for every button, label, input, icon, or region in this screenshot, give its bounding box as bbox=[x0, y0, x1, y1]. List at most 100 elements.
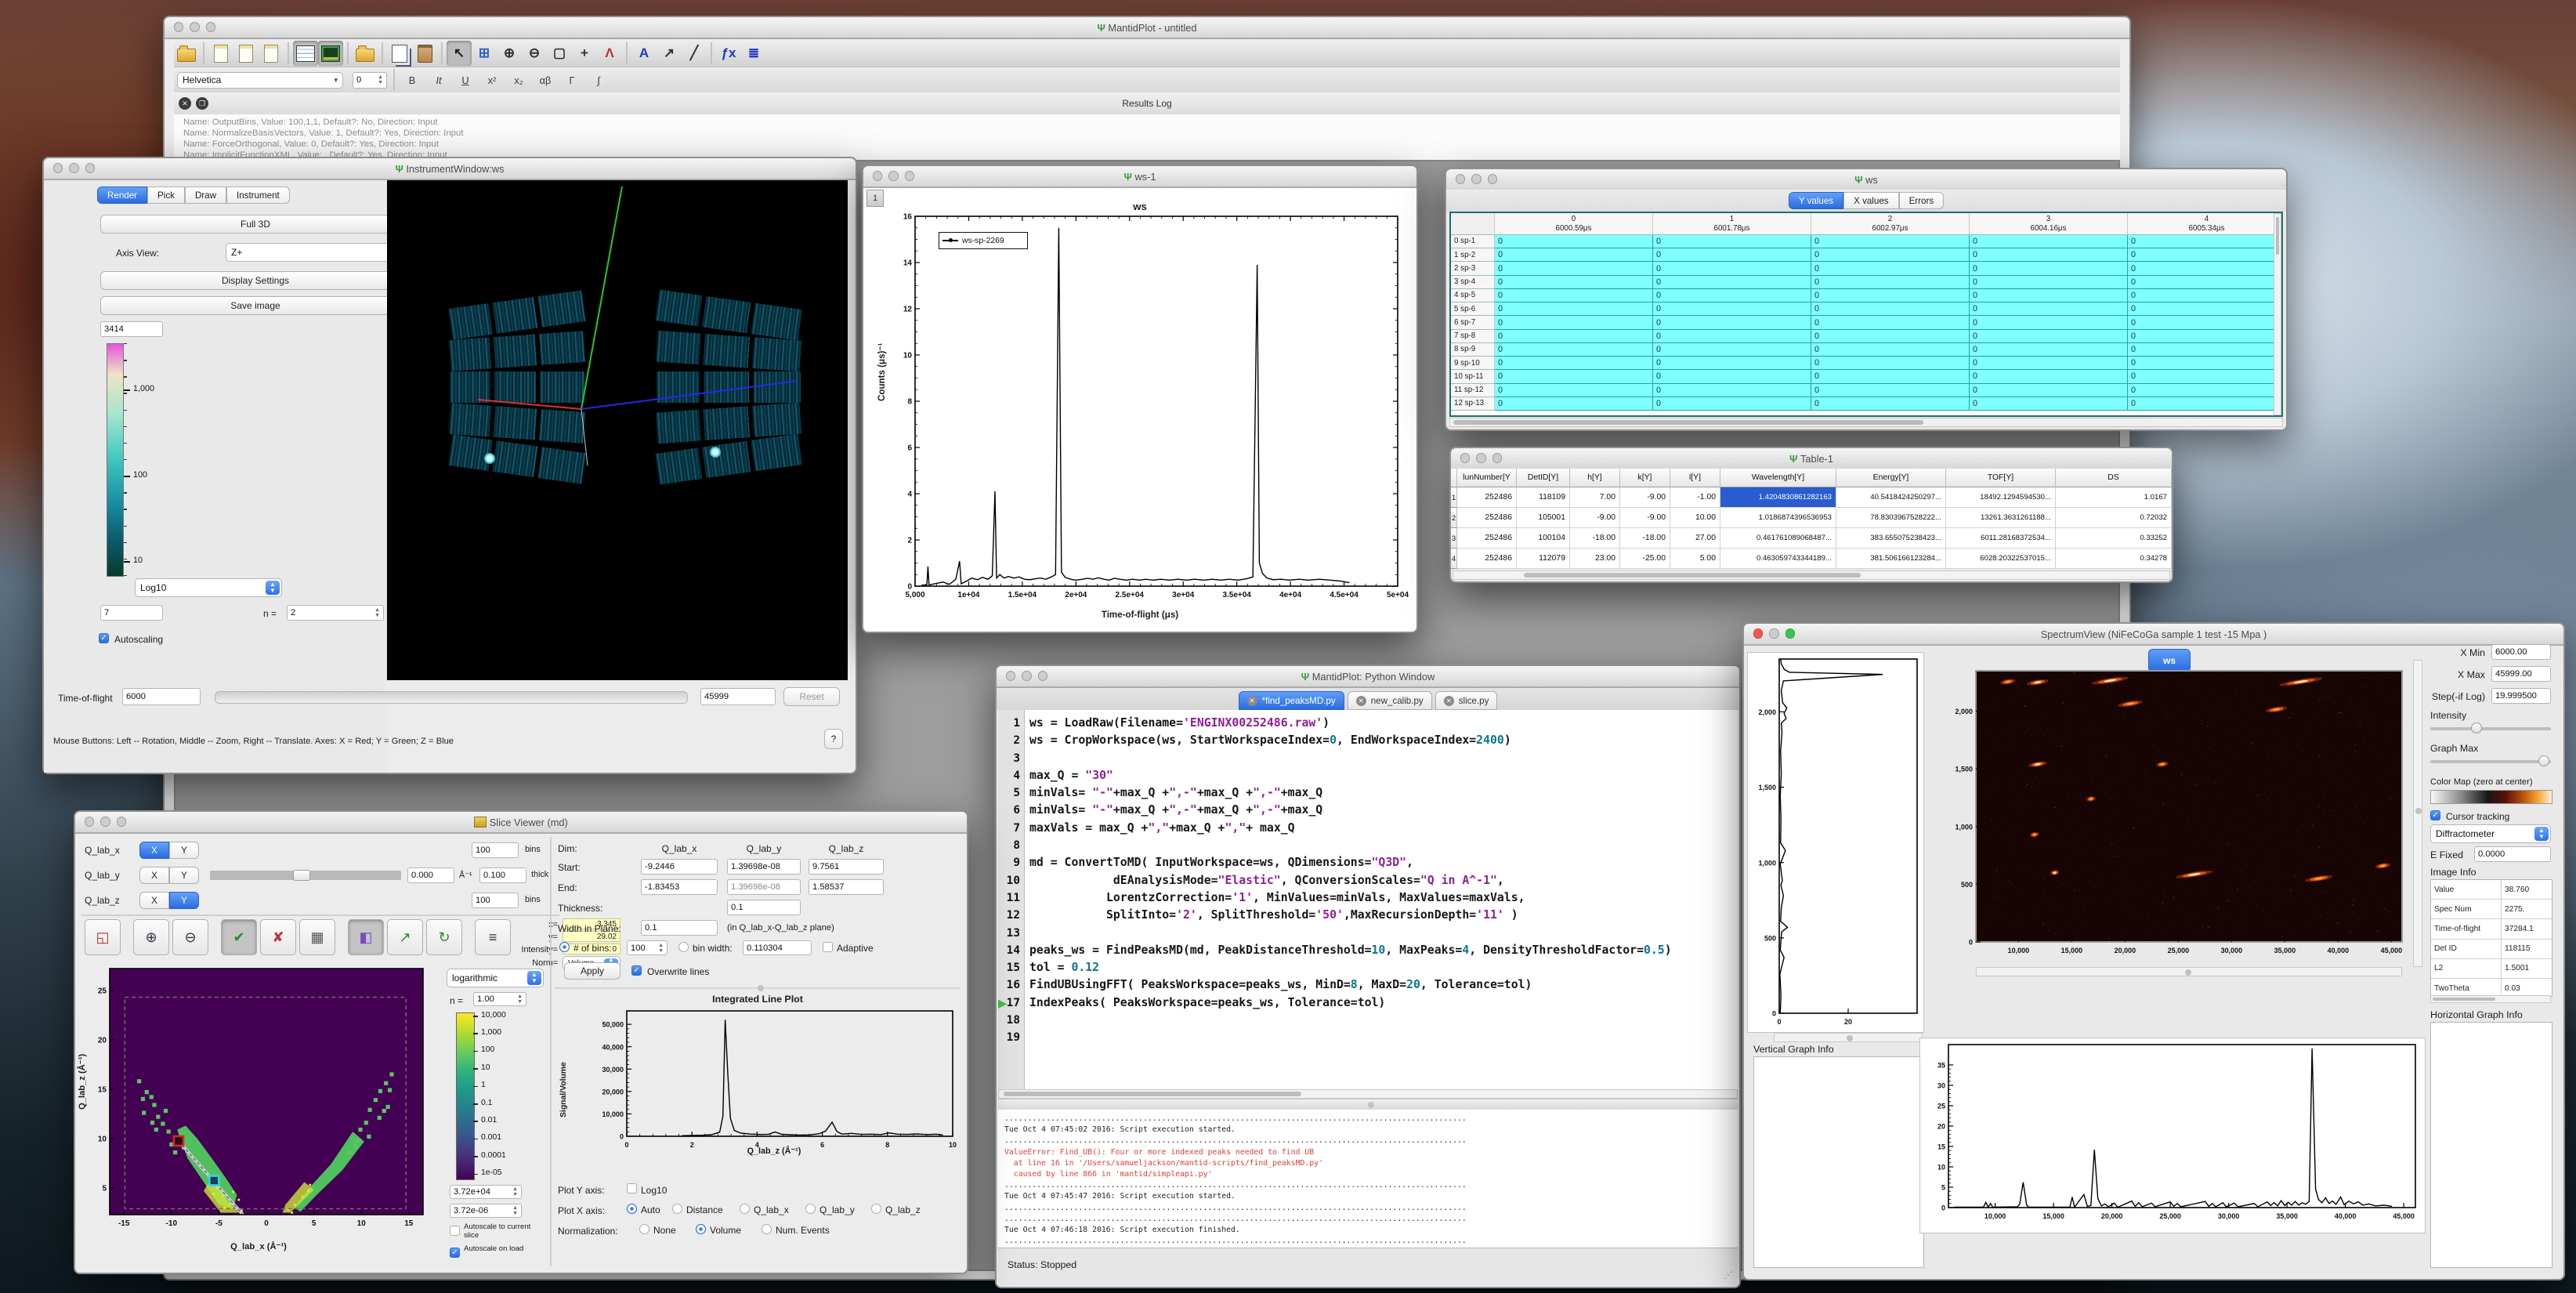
table1-col-header[interactable]: Wavelength[Y] bbox=[1720, 469, 1836, 487]
table1-col-header[interactable]: DetID[Y] bbox=[1517, 469, 1570, 487]
ws-table-col-header[interactable]: 46005.34μs bbox=[2128, 213, 2274, 235]
ws-table-cell[interactable]: 0 bbox=[1970, 316, 2128, 329]
table1-cell[interactable]: 118109 bbox=[1517, 487, 1570, 508]
efixed-field[interactable]: 0.0000 bbox=[2474, 846, 2551, 862]
ws-table-traffic-lights[interactable] bbox=[1456, 174, 1497, 183]
intensity-slider[interactable] bbox=[2430, 727, 2551, 730]
table1-cell[interactable]: 0.461761089068487... bbox=[1720, 528, 1836, 549]
graph-max-slider[interactable] bbox=[2430, 760, 2551, 763]
ws-table-cell[interactable]: 0 bbox=[1653, 343, 1811, 357]
adaptive-checkbox[interactable] bbox=[823, 942, 833, 952]
close-tab-icon[interactable]: ✕ bbox=[1356, 696, 1366, 706]
table1-cell[interactable]: 0.33252 bbox=[2056, 528, 2172, 549]
table1-cell[interactable]: 0.72032 bbox=[2056, 508, 2172, 528]
ws-table-row-header[interactable]: 7 sp-8 bbox=[1451, 330, 1495, 343]
code-line[interactable]: ws = CropWorkspace(ws, StartWorkspaceInd… bbox=[1029, 732, 1738, 749]
instrument-titlebar[interactable]: Ψ InstrumentWindow:ws bbox=[44, 158, 856, 180]
binwidth-field[interactable]: 0.110304 bbox=[743, 940, 812, 955]
autoscaling-checkbox[interactable]: ✓ bbox=[99, 633, 109, 643]
table1-cell[interactable]: 381.506166123284... bbox=[1836, 549, 1946, 569]
table1-cell[interactable]: 27.00 bbox=[1670, 528, 1720, 549]
width-in-plane-field[interactable]: 0.1 bbox=[641, 920, 718, 936]
ws-table-cell[interactable]: 0 bbox=[1811, 262, 1970, 275]
ws-table-cell[interactable]: 0 bbox=[1495, 330, 1653, 343]
ws-table-cell[interactable]: 0 bbox=[1970, 262, 2128, 275]
spectrum-vertical-graph[interactable]: 02005001,0001,5002,000 bbox=[1747, 652, 1924, 1033]
ws1-traffic-lights[interactable] bbox=[873, 171, 914, 180]
ws-table-cell[interactable]: 0 bbox=[1970, 330, 2128, 343]
code-line[interactable]: ws = LoadRaw(Filename='ENGINX00252486.ra… bbox=[1029, 715, 1738, 732]
apply-button[interactable]: Apply bbox=[564, 962, 620, 980]
table1-titlebar[interactable]: Ψ Table-1 bbox=[1451, 448, 2172, 470]
nbins-radio[interactable] bbox=[559, 942, 570, 952]
start-x-field[interactable]: -9.2446 bbox=[641, 859, 718, 875]
new-note-icon[interactable] bbox=[259, 41, 284, 66]
ws-table-row-header[interactable]: 5 sp-6 bbox=[1451, 302, 1495, 316]
ws-table-cell[interactable]: 0 bbox=[1811, 343, 1970, 357]
editor-hscrollbar[interactable] bbox=[998, 1089, 1738, 1099]
x-max-field[interactable]: 45999.00 bbox=[2491, 666, 2551, 682]
start-y-field[interactable]: 1.39698e-08 bbox=[727, 859, 801, 875]
ws-table-row-header[interactable]: 12 sp-13 bbox=[1451, 397, 1495, 411]
start-z-field[interactable]: 9.7561 bbox=[809, 859, 884, 875]
dim-y-button[interactable]: Y bbox=[169, 842, 199, 859]
bold-button[interactable]: B bbox=[399, 74, 425, 86]
ws-table-cell[interactable]: 0 bbox=[1495, 248, 1653, 262]
ws-table-tab-y-values[interactable]: Y values bbox=[1789, 192, 1843, 209]
code-line[interactable]: LorentzCorrection='1', MinValues=minVals… bbox=[1029, 889, 1738, 907]
new-table-icon[interactable] bbox=[208, 41, 233, 66]
code-line[interactable]: maxVals = max_Q +","+max_Q +","+ max_Q bbox=[1029, 820, 1738, 837]
ws-table-cell[interactable]: 0 bbox=[1811, 302, 1970, 316]
add-text-icon[interactable]: A bbox=[631, 41, 657, 66]
scale-type-select[interactable]: Log10▲▼ bbox=[135, 578, 282, 597]
python-titlebar[interactable]: Ψ MantidPlot: Python Window bbox=[997, 666, 1739, 688]
color-scale-select[interactable]: logarithmic▲▼ bbox=[447, 969, 544, 987]
line-mode-icon[interactable]: ✔ bbox=[221, 919, 257, 955]
greek-button[interactable]: αβ bbox=[532, 74, 559, 86]
ws-table-cell[interactable]: 0 bbox=[1495, 384, 1653, 397]
ws-table-tab-x-values[interactable]: X values bbox=[1843, 192, 1898, 209]
table1-cell[interactable]: 0.463059743344189... bbox=[1720, 549, 1836, 569]
ws-table-row-header[interactable]: 10 sp-11 bbox=[1451, 370, 1495, 383]
table1-cell[interactable]: 100104 bbox=[1517, 528, 1570, 549]
ws-table-cell[interactable]: 0 bbox=[1811, 276, 1970, 289]
norm-radio-2[interactable] bbox=[762, 1224, 772, 1234]
fit-peaks-icon[interactable]: Λ bbox=[597, 41, 622, 66]
ws-table-cell[interactable]: 0 bbox=[2128, 289, 2274, 302]
scale-max-field[interactable]: 3414 bbox=[100, 321, 163, 337]
ws-table-row-header[interactable]: 2 sp-3 bbox=[1451, 262, 1495, 275]
slice-heatmap[interactable]: -15-10-5051015510152025 bbox=[89, 964, 428, 1237]
script-window-icon[interactable]: ƒx bbox=[716, 41, 741, 66]
ws1-chart[interactable]: 5,0001e+041.5e+042e+042.5e+043e+043.5e+0… bbox=[868, 191, 1410, 627]
ws1-titlebar[interactable]: Ψ ws-1 bbox=[863, 166, 1416, 188]
superscript-button[interactable]: x² bbox=[479, 74, 505, 86]
table1-col-header[interactable]: lunNumber[Y bbox=[1457, 469, 1517, 487]
n-field[interactable]: 2▲▼ bbox=[287, 605, 384, 621]
ws-table-cell[interactable]: 0 bbox=[1811, 330, 1970, 343]
ws-table-cell[interactable]: 0 bbox=[1811, 235, 1970, 248]
colorbar-min-field[interactable]: 3.72e-06▲▼ bbox=[450, 1204, 522, 1218]
ws-table-cell[interactable]: 0 bbox=[1495, 289, 1653, 302]
spectrum-horizontal-graph[interactable]: 10,00015,00020,00025,00030,00035,00040,0… bbox=[1919, 1038, 2426, 1233]
table1-col-header[interactable]: Energy[Y] bbox=[1836, 469, 1946, 487]
line-clear-icon[interactable]: ✘ bbox=[260, 919, 296, 955]
image-hscrollbar[interactable] bbox=[1976, 967, 2402, 976]
main-traffic-lights[interactable] bbox=[174, 22, 215, 31]
overwrite-checkbox[interactable]: ✓ bbox=[631, 965, 642, 976]
ws-table-cell[interactable]: 0 bbox=[1970, 370, 2128, 383]
table1-cell[interactable]: -1.00 bbox=[1670, 487, 1720, 508]
table1-cell[interactable]: 23.00 bbox=[1570, 549, 1620, 569]
ws-table-col-header[interactable]: 06000.59μs bbox=[1495, 213, 1653, 235]
script-console-toggle-icon[interactable] bbox=[318, 41, 343, 66]
spectrum-image[interactable]: 10,00015,00020,00025,00030,00035,00040,0… bbox=[1941, 668, 2408, 964]
spectrum-titlebar[interactable]: SpectrumView (NiFeCoGa sample 1 test -15… bbox=[1744, 624, 2563, 646]
dim-y-button[interactable]: Y bbox=[169, 867, 199, 884]
open-project-icon[interactable] bbox=[174, 41, 199, 66]
code-line[interactable]: md = ConvertToMD( InputWorkspace=ws, QDi… bbox=[1029, 854, 1738, 871]
table1-cell[interactable]: 6011.28168372534... bbox=[1946, 528, 2056, 549]
ws-table-cell[interactable]: 0 bbox=[1811, 316, 1970, 329]
ws-table-col-header[interactable]: 16001.78μs bbox=[1653, 213, 1811, 235]
projection-select[interactable]: Full 3D▾ bbox=[100, 215, 411, 234]
ws-table-cell[interactable]: 0 bbox=[2128, 370, 2274, 383]
ws-table-cell[interactable]: 0 bbox=[1653, 357, 1811, 370]
